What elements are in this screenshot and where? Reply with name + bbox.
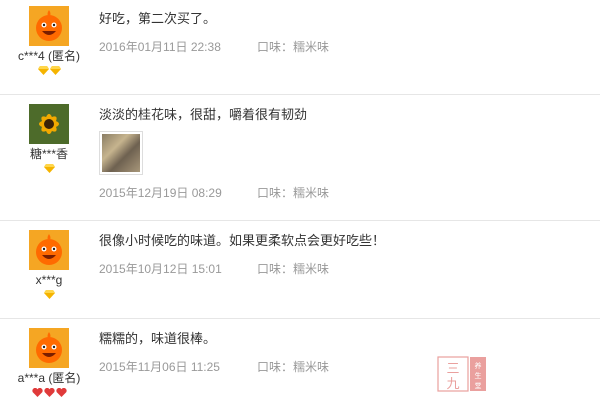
svg-text:九: 九 (446, 377, 459, 392)
review-content: 好吃，第二次买了。 2016年01月11日 22:38 口味：糯米味 (99, 11, 590, 54)
review-text: 很像小时候吃的味道。如果更柔软点会更好吃些！ (99, 233, 386, 248)
reviewer-name: x***g (35, 273, 63, 287)
reviewer-info: 糖***香 (10, 104, 88, 175)
member-badges (10, 66, 88, 77)
review-item: 糖***香 淡淡的桂花味，很甜，嚼着很有韧劲 2015年12月19日 08:29… (0, 95, 600, 221)
review-item: a***a (匿名) 糯糯的，味道很棒。 2015年11月06日 11:25 口味… (0, 319, 600, 400)
default-avatar-icon[interactable] (29, 230, 69, 270)
watermark-seal-logo: 三 九 养 生 堂 (437, 356, 486, 392)
review-date: 2015年10月12日 15:01 (99, 262, 222, 276)
flavor-label: 口味： (257, 186, 294, 200)
member-badges (10, 164, 88, 175)
flavor-value: 糯米味 (293, 186, 330, 200)
reviewer-info: x***g (10, 230, 88, 301)
reviewer-info: c***4 (匿名) (10, 6, 88, 77)
review-content: 很像小时候吃的味道。如果更柔软点会更好吃些！ 2015年10月12日 15:01… (99, 233, 590, 276)
flavor-value: 糯米味 (293, 360, 330, 374)
review-date: 2015年11月06日 11:25 (99, 360, 220, 374)
diamond-badge-icon (43, 290, 55, 299)
heart-badge-icon (31, 388, 43, 397)
review-meta: 2015年12月19日 08:29 口味：糯米味 (99, 186, 590, 200)
svg-text:堂: 堂 (475, 381, 482, 390)
flavor-label: 口味： (257, 40, 294, 54)
heart-badge-icon (55, 388, 67, 397)
review-meta: 2016年01月11日 22:38 口味：糯米味 (99, 40, 590, 54)
review-text: 糯糯的，味道很棒。 (99, 331, 217, 346)
reviewer-info: a***a (匿名) (10, 328, 88, 399)
svg-text:三: 三 (446, 362, 459, 377)
default-avatar-icon[interactable] (29, 6, 69, 46)
flower-avatar-icon[interactable] (29, 104, 69, 144)
review-date: 2015年12月19日 08:29 (99, 186, 222, 200)
reviewer-name: c***4 (匿名) (17, 49, 80, 63)
review-date: 2016年01月11日 22:38 (99, 40, 221, 54)
reviewer-name: 糖***香 (29, 147, 68, 161)
default-avatar-icon[interactable] (29, 328, 69, 368)
review-item: x***g 很像小时候吃的味道。如果更柔软点会更好吃些！ 2015年10月12日… (0, 221, 600, 319)
heart-badge-icon (43, 388, 55, 397)
review-meta: 2015年10月12日 15:01 口味：糯米味 (99, 262, 590, 276)
review-meta: 2015年11月06日 11:25 口味：糯米味 (99, 360, 590, 374)
flavor-label: 口味： (257, 360, 294, 374)
review-content: 糯糯的，味道很棒。 2015年11月06日 11:25 口味：糯米味 (99, 331, 590, 374)
review-content: 淡淡的桂花味，很甜，嚼着很有韧劲 2015年12月19日 08:29 口味：糯米味 (99, 107, 590, 200)
member-badges (10, 290, 88, 301)
svg-text:生: 生 (475, 371, 482, 380)
review-photo-thumbnail[interactable] (99, 131, 143, 175)
flavor-label: 口味： (257, 262, 294, 276)
member-badges (10, 388, 88, 399)
review-item: c***4 (匿名) 好吃，第二次买了。 2016年01月11日 22:38 口味… (0, 0, 600, 95)
diamond-badge-icon (43, 164, 55, 173)
flavor-value: 糯米味 (293, 262, 330, 276)
reviewer-name: a***a (匿名) (17, 371, 81, 385)
review-text: 淡淡的桂花味，很甜，嚼着很有韧劲 (99, 107, 308, 122)
flavor-value: 糯米味 (293, 40, 330, 54)
diamond-badge-icon (37, 66, 49, 75)
review-text: 好吃，第二次买了。 (99, 11, 217, 26)
svg-text:养: 养 (475, 361, 482, 370)
diamond-badge-icon (49, 66, 61, 75)
